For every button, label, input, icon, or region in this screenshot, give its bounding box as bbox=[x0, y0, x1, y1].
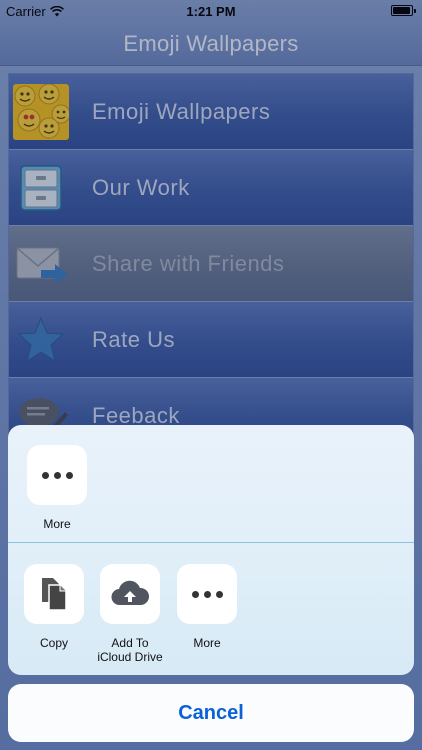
share-action-more-top[interactable]: More bbox=[22, 445, 92, 531]
copy-documents-icon bbox=[42, 578, 67, 611]
action-label-line2: iCloud Drive bbox=[97, 650, 163, 664]
icloud-tile[interactable] bbox=[100, 564, 160, 624]
share-sheet: More Copy Add To iCloud Drive More bbox=[8, 425, 414, 675]
copy-tile[interactable] bbox=[24, 564, 84, 624]
action-label: More bbox=[193, 636, 221, 650]
more-tile[interactable] bbox=[27, 445, 87, 505]
action-label-line1: Add To bbox=[111, 636, 149, 650]
row-divider bbox=[8, 542, 414, 543]
cancel-button[interactable]: Cancel bbox=[8, 684, 414, 742]
more-dots-icon bbox=[191, 590, 223, 598]
icloud-upload-icon bbox=[111, 580, 150, 606]
more-dots-icon bbox=[41, 471, 73, 479]
more-tile[interactable] bbox=[177, 564, 237, 624]
action-label: Add To iCloud Drive bbox=[95, 636, 165, 664]
action-label: Copy bbox=[39, 636, 68, 650]
share-action-more-bottom[interactable]: More bbox=[172, 564, 242, 650]
action-label: More bbox=[43, 517, 71, 531]
share-action-add-to-icloud-drive[interactable]: Add To iCloud Drive bbox=[95, 564, 165, 664]
share-action-copy[interactable]: Copy bbox=[19, 564, 89, 650]
